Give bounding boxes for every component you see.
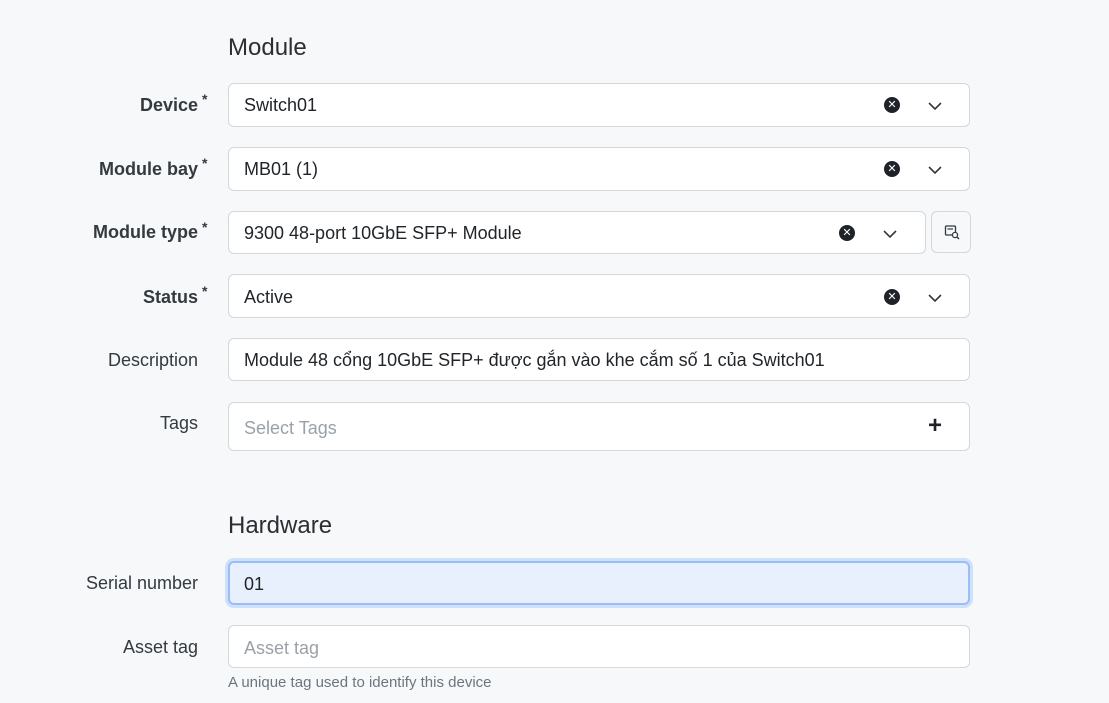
clear-icon[interactable]: ✕	[884, 97, 900, 113]
device-select[interactable]: Switch01 ✕	[228, 83, 970, 127]
chevron-down-icon[interactable]	[928, 163, 942, 177]
module-bay-value: MB01 (1)	[244, 159, 319, 179]
chevron-down-icon[interactable]	[883, 227, 897, 241]
tags-placeholder: Select Tags	[244, 418, 337, 438]
description-value: Module 48 cổng 10GbE SFP+ được gắn vào k…	[244, 350, 825, 370]
chevron-down-icon[interactable]	[928, 291, 942, 305]
module-type-label: Module type	[92, 222, 198, 242]
asset-tag-input[interactable]: Asset tag	[228, 625, 970, 668]
clear-icon[interactable]: ✕	[884, 289, 900, 305]
required-asterisk: *	[202, 155, 208, 171]
serial-number-input[interactable]: 01	[228, 561, 970, 605]
section-title-hardware: Hardware	[228, 512, 333, 539]
description-label: Description	[107, 350, 198, 370]
device-value: Switch01	[244, 95, 318, 115]
serial-number-value: 01	[244, 574, 265, 594]
plus-icon[interactable]: +	[928, 414, 942, 438]
device-label: Device	[139, 95, 198, 115]
status-value: Active	[244, 287, 294, 307]
section-title-module: Module	[228, 34, 307, 61]
required-asterisk: *	[202, 91, 208, 107]
description-input[interactable]: Module 48 cổng 10GbE SFP+ được gắn vào k…	[228, 338, 970, 381]
status-select[interactable]: Active ✕	[228, 274, 970, 318]
module-type-value: 9300 48-port 10GbE SFP+ Module	[244, 223, 522, 243]
module-type-select[interactable]: 9300 48-port 10GbE SFP+ Module ✕	[228, 211, 926, 254]
required-asterisk: *	[202, 283, 208, 299]
asset-tag-placeholder: Asset tag	[244, 638, 320, 658]
asset-tag-help-text: A unique tag used to identify this devic…	[228, 674, 492, 691]
module-bay-label: Module bay	[98, 159, 198, 179]
clear-icon[interactable]: ✕	[884, 161, 900, 177]
clear-icon[interactable]: ✕	[839, 225, 855, 241]
search-list-icon	[944, 225, 960, 240]
module-bay-select[interactable]: MB01 (1) ✕	[228, 147, 970, 191]
chevron-down-icon[interactable]	[928, 99, 942, 113]
status-label: Status	[142, 287, 198, 307]
tags-select[interactable]: Select Tags +	[228, 402, 970, 451]
asset-tag-label: Asset tag	[122, 637, 198, 657]
serial-number-label: Serial number	[85, 573, 198, 593]
module-type-lookup-button[interactable]	[931, 211, 971, 253]
tags-label: Tags	[159, 413, 198, 433]
required-asterisk: *	[202, 219, 208, 235]
